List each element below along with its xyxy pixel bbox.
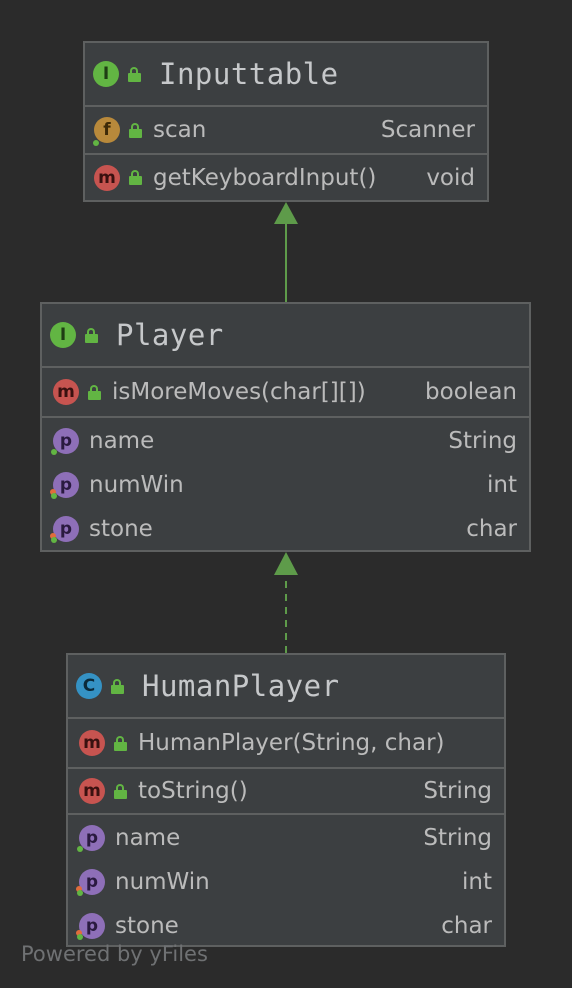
property-icon: p xyxy=(77,825,105,852)
arrowhead-player xyxy=(274,552,298,575)
member-name: stone xyxy=(115,913,179,939)
member-name: stone xyxy=(89,516,153,542)
constructor-row[interactable]: m HumanPlayer(String, char) xyxy=(68,719,504,767)
node-title-row: I Player xyxy=(42,304,529,368)
node-player[interactable]: I Player m isMoreMoves(char[][]) boolean… xyxy=(40,302,531,552)
member-name: numWin xyxy=(115,869,210,895)
methods-section: m toString() String xyxy=(68,769,504,815)
node-title: Player xyxy=(116,318,224,352)
interface-icon: I xyxy=(50,322,76,348)
property-row[interactable]: p stone char xyxy=(42,507,529,551)
method-icon: m xyxy=(53,379,79,405)
member-type: void xyxy=(426,164,475,191)
member-type: char xyxy=(466,516,517,542)
member-name: name xyxy=(89,428,155,454)
lock-icon xyxy=(111,678,125,694)
properties-section: p name String p numWin int p stone char xyxy=(68,815,504,948)
node-title: HumanPlayer xyxy=(142,669,340,703)
method-icon: m xyxy=(79,730,105,756)
property-icon: p xyxy=(51,428,79,455)
member-type: int xyxy=(462,869,492,895)
node-title: Inputtable xyxy=(159,57,339,91)
visibility-dot xyxy=(77,890,83,896)
lock-icon xyxy=(129,122,143,138)
property-icon: p xyxy=(76,869,105,896)
node-humanplayer[interactable]: C HumanPlayer m HumanPlayer(String, char… xyxy=(66,653,506,947)
visibility-dot xyxy=(77,934,83,940)
class-icon: C xyxy=(76,673,102,699)
property-icon: p xyxy=(50,472,79,499)
method-icon: m xyxy=(79,778,105,804)
visibility-dot xyxy=(77,846,83,852)
member-name: HumanPlayer(String, char) xyxy=(138,730,445,756)
method-row[interactable]: m getKeyboardInput() void xyxy=(85,155,487,200)
method-icon: m xyxy=(94,164,120,191)
lock-icon xyxy=(88,384,102,400)
node-inputtable[interactable]: I Inputtable f scan Scanner m getKeyboar… xyxy=(83,41,489,202)
visibility-dot xyxy=(51,493,57,499)
visibility-dot xyxy=(93,140,99,146)
lock-icon xyxy=(114,735,128,751)
methods-section: m isMoreMoves(char[][]) boolean xyxy=(42,368,529,418)
member-type: String xyxy=(423,778,492,804)
constructors-section: m HumanPlayer(String, char) xyxy=(68,719,504,769)
member-type: char xyxy=(441,913,492,939)
method-row[interactable]: m isMoreMoves(char[][]) boolean xyxy=(42,368,529,416)
lock-icon xyxy=(114,783,128,799)
lock-icon xyxy=(129,170,143,185)
interface-icon: I xyxy=(93,61,119,87)
powered-by-footer: Powered by yFiles xyxy=(21,942,208,966)
property-row[interactable]: p name String xyxy=(42,419,529,463)
member-type: int xyxy=(487,472,517,498)
property-icon: p xyxy=(50,516,79,543)
node-title-row: I Inputtable xyxy=(85,43,487,107)
member-type: String xyxy=(423,825,492,851)
methods-section: m getKeyboardInput() void xyxy=(85,155,487,200)
property-icon: p xyxy=(76,913,105,940)
property-row[interactable]: p numWin int xyxy=(42,463,529,507)
member-type: boolean xyxy=(425,379,517,405)
visibility-dot xyxy=(51,449,57,455)
member-name: getKeyboardInput() xyxy=(153,164,377,191)
visibility-dot xyxy=(51,537,57,543)
member-name: isMoreMoves(char[][]) xyxy=(112,379,366,405)
member-name: numWin xyxy=(89,472,184,498)
property-row[interactable]: p numWin int xyxy=(68,860,504,904)
properties-section: p name String p numWin int p stone char xyxy=(42,418,529,551)
lock-icon xyxy=(85,327,99,343)
node-title-row: C HumanPlayer xyxy=(68,655,504,719)
uml-diagram: I Inputtable f scan Scanner m getKeyboar… xyxy=(0,0,572,988)
fields-section: f scan Scanner xyxy=(85,107,487,155)
member-type: String xyxy=(448,428,517,454)
member-name: toString() xyxy=(138,778,248,804)
arrowhead-inputtable xyxy=(274,202,298,224)
member-name: name xyxy=(115,825,181,851)
field-row[interactable]: f scan Scanner xyxy=(85,107,487,153)
property-row[interactable]: p name String xyxy=(68,816,504,860)
field-icon: f xyxy=(93,117,120,146)
method-row[interactable]: m toString() String xyxy=(68,769,504,813)
member-type: Scanner xyxy=(380,117,475,143)
lock-icon xyxy=(128,66,142,82)
member-name: scan xyxy=(153,117,207,143)
